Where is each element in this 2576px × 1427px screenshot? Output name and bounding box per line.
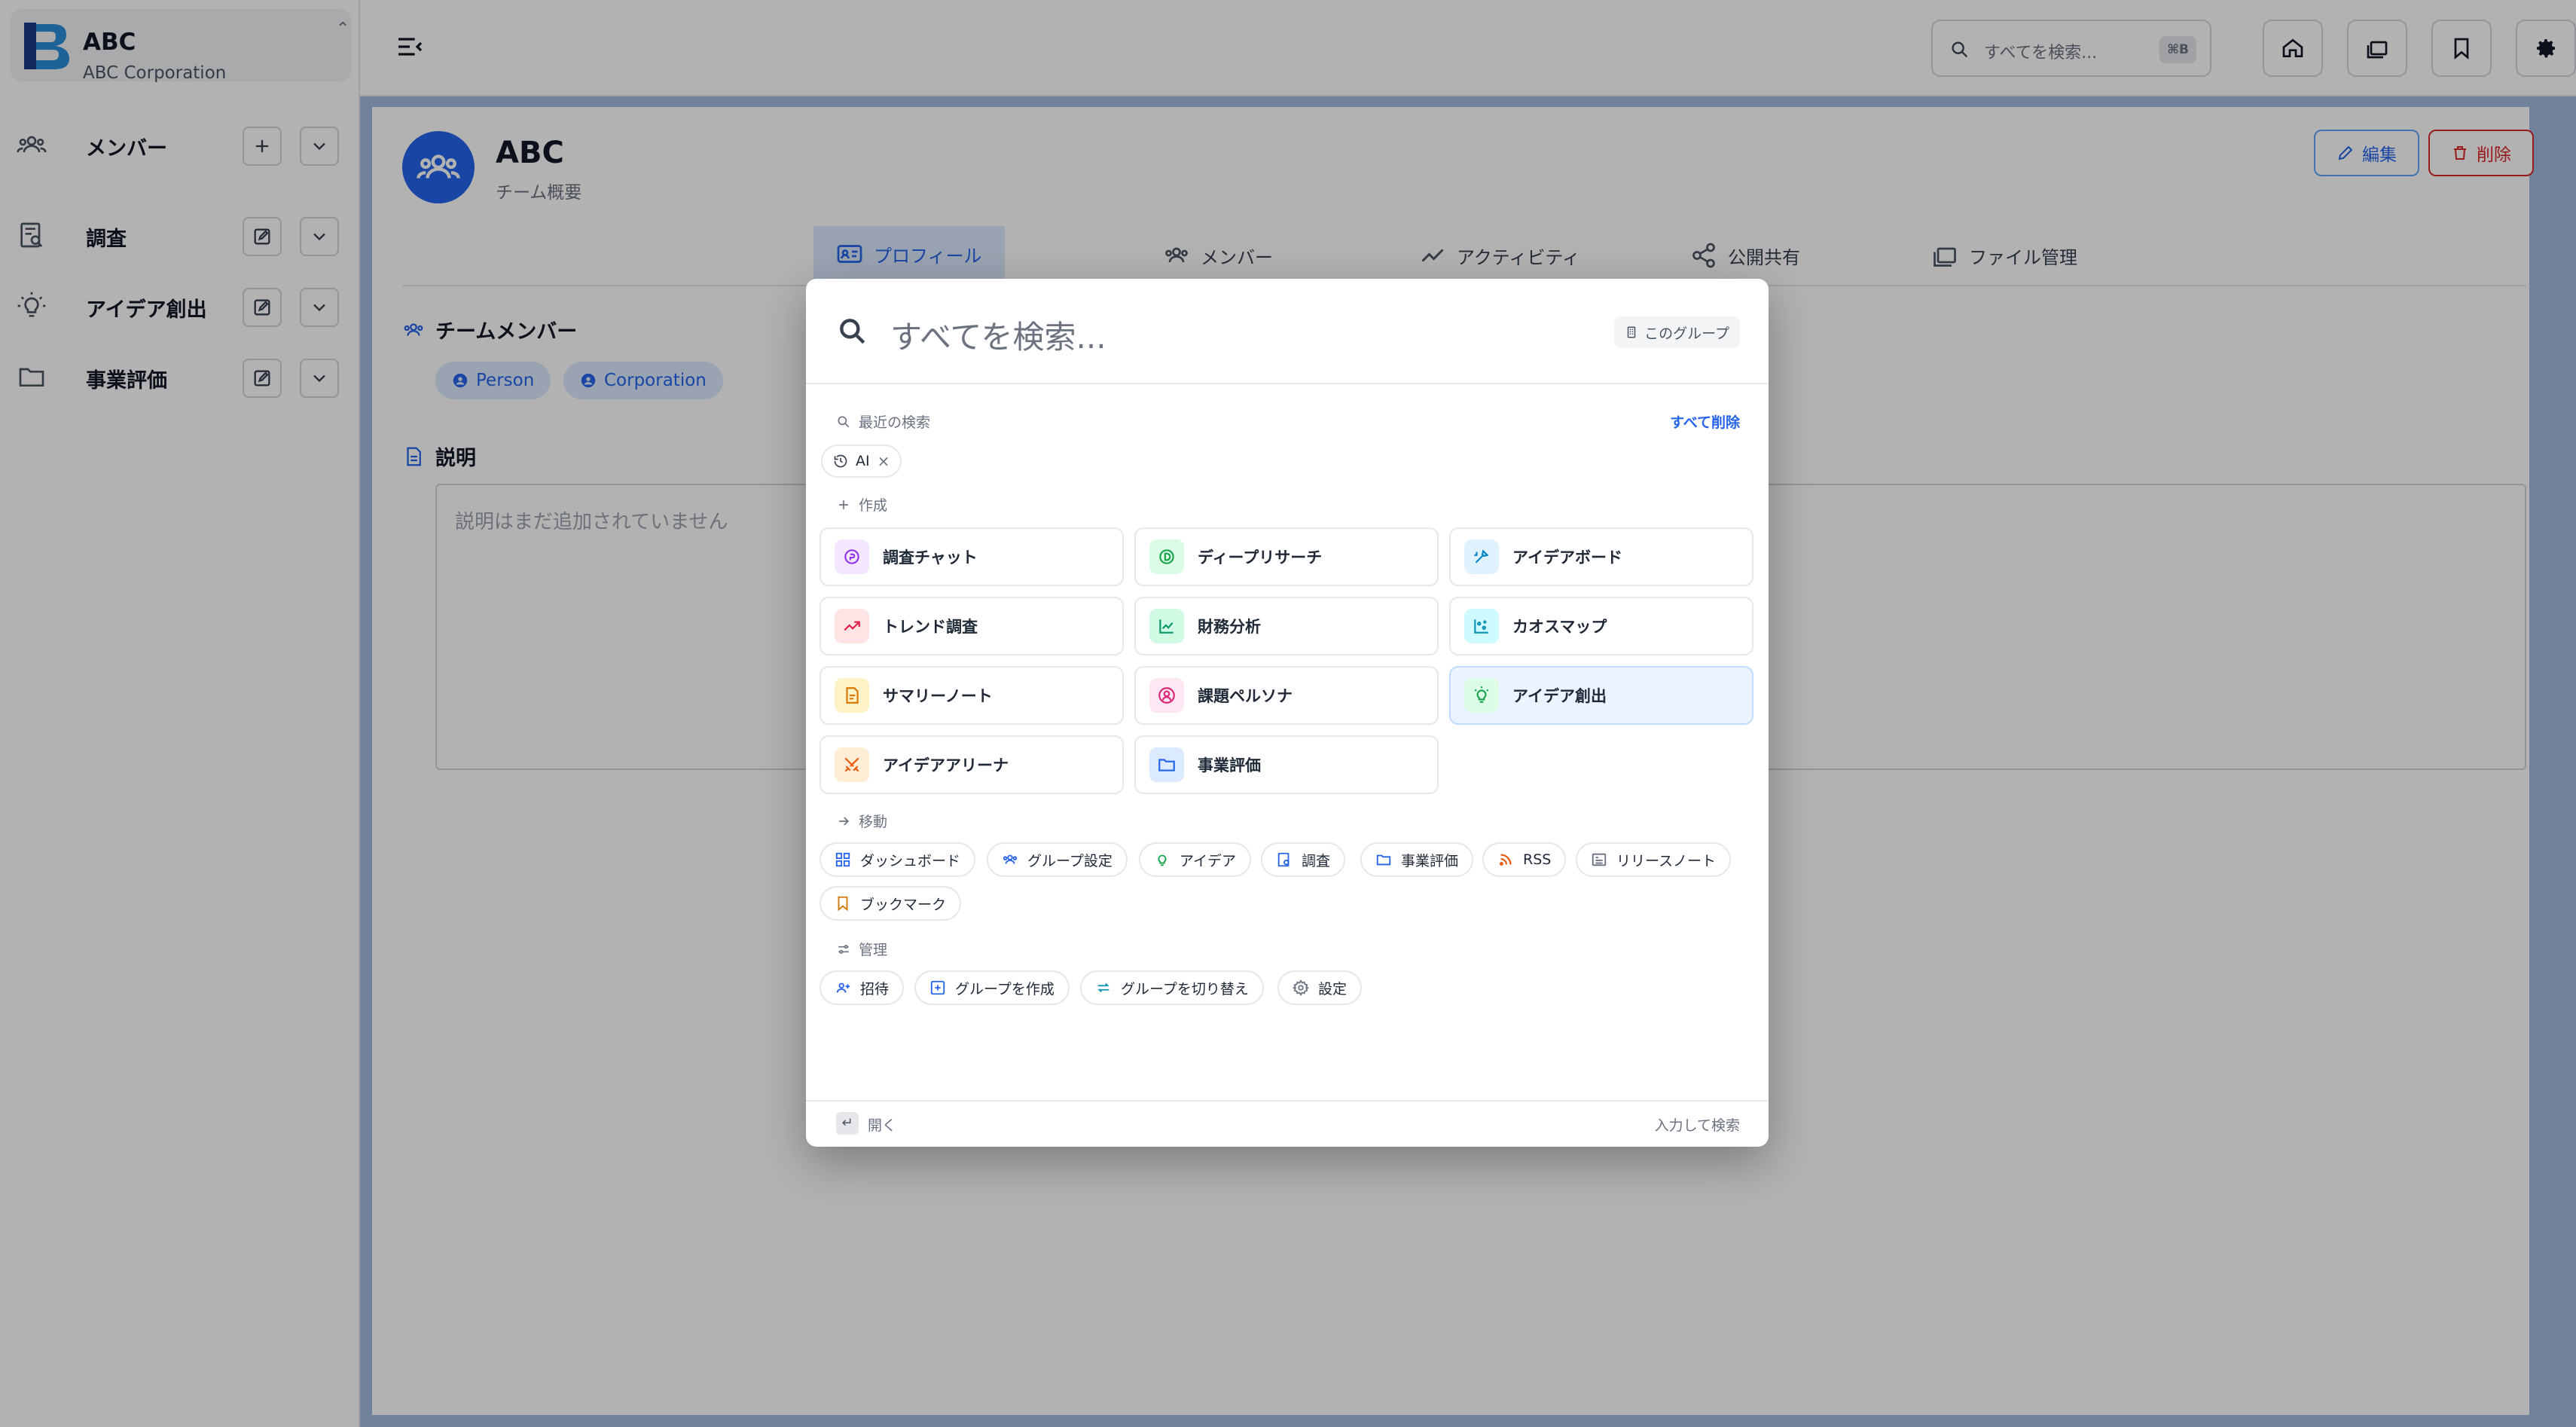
deep-research-icon — [1149, 539, 1184, 574]
pill-label: 設定 — [1318, 980, 1348, 998]
create-idea-arena[interactable]: アイデアアリーナ — [819, 735, 1124, 794]
enter-hint-label: 開く — [868, 1117, 897, 1134]
trend-icon — [835, 609, 869, 643]
nav-business-evaluation[interactable]: 事業評価 — [1360, 842, 1474, 877]
release-notes-icon — [1592, 853, 1607, 866]
recent-search-label: AI — [856, 453, 870, 469]
rss-icon — [1500, 854, 1512, 866]
card-label: サマリーノート — [883, 687, 993, 705]
lightbulb-icon — [1464, 678, 1499, 713]
card-label: 調査チャット — [883, 548, 978, 567]
card-label: ディープリサーチ — [1198, 548, 1323, 567]
lightbulb-icon — [1158, 854, 1167, 866]
nav-research[interactable]: 調査 — [1261, 842, 1346, 877]
manage-switch-group[interactable]: グループを切り替え — [1080, 970, 1264, 1005]
card-label: 財務分析 — [1198, 618, 1261, 636]
research-doc-icon — [1277, 852, 1290, 867]
create-idea-board[interactable]: アイデアボード — [1449, 527, 1753, 586]
pill-label: グループ設定 — [1027, 852, 1113, 869]
type-to-search-hint: 入力して検索 — [1654, 1117, 1740, 1134]
card-label: カオスマップ — [1512, 618, 1607, 636]
history-icon — [834, 454, 847, 468]
create-financial-analysis[interactable]: 財務分析 — [1134, 597, 1439, 655]
manage-settings[interactable]: 設定 — [1277, 970, 1363, 1005]
create-research-chat[interactable]: 調査チャット — [819, 527, 1124, 586]
navigate-section-heading: 移動 — [836, 811, 887, 831]
command-palette: すべてを検索... このグループ 最近の検索 すべて削除 AI × 作成 調査チ… — [806, 279, 1769, 1147]
manage-create-group[interactable]: グループを作成 — [914, 970, 1070, 1005]
pill-label: 招待 — [860, 980, 890, 998]
card-label: アイデアアリーナ — [883, 756, 1009, 775]
pill-label: グループを作成 — [955, 980, 1055, 998]
nav-dashboard[interactable]: ダッシュボード — [819, 842, 976, 877]
create-business-evaluation[interactable]: 事業評価 — [1134, 735, 1439, 794]
pill-label: アイデア — [1180, 852, 1237, 869]
recent-section-heading: 最近の検索 — [836, 411, 930, 432]
group-icon — [1003, 854, 1018, 864]
search-icon — [840, 319, 865, 344]
nav-release-notes[interactable]: リリースノート — [1576, 842, 1732, 877]
manage-invite[interactable]: 招待 — [819, 970, 905, 1005]
palette-footer: ↵ 開く 入力して検索 — [806, 1100, 1769, 1147]
folder-icon — [1149, 747, 1184, 782]
idea-board-icon — [1464, 539, 1499, 574]
nav-bookmarks[interactable]: ブックマーク — [819, 886, 962, 921]
pill-label: リリースノート — [1616, 852, 1717, 869]
scope-toggle-button[interactable]: このグループ — [1614, 316, 1740, 348]
plus-icon — [839, 500, 848, 509]
palette-search-input[interactable]: すべてを検索... — [890, 312, 1106, 358]
add-group-icon — [930, 980, 945, 995]
search-icon — [838, 416, 850, 427]
nav-ideas[interactable]: アイデア — [1139, 842, 1252, 877]
card-label: 事業評価 — [1198, 756, 1261, 775]
pill-label: ダッシュボード — [860, 852, 961, 869]
arena-swords-icon — [835, 747, 869, 782]
create-chaos-map[interactable]: カオスマップ — [1449, 597, 1753, 655]
invite-user-icon — [836, 982, 850, 993]
section-label: 管理 — [859, 942, 888, 958]
nav-rss[interactable]: RSS — [1482, 842, 1567, 877]
create-section-heading: 作成 — [836, 494, 887, 515]
switch-icon — [1097, 982, 1109, 993]
create-deep-research[interactable]: ディープリサーチ — [1134, 527, 1439, 586]
chaos-map-icon — [1464, 609, 1499, 643]
create-summary-note[interactable]: サマリーノート — [819, 666, 1124, 725]
manage-section-heading: 管理 — [836, 939, 887, 959]
scope-label: このグループ — [1644, 325, 1729, 342]
section-label: 移動 — [859, 814, 888, 830]
create-issue-persona[interactable]: 課題ペルソナ — [1134, 666, 1439, 725]
card-label: トレンド調査 — [883, 618, 978, 636]
arrow-right-icon — [839, 816, 850, 826]
enter-key-icon: ↵ — [836, 1112, 859, 1135]
remove-recent-icon[interactable]: × — [877, 452, 890, 470]
pill-label: RSS — [1523, 851, 1552, 868]
section-label: 作成 — [859, 497, 888, 514]
card-label: 課題ペルソナ — [1198, 687, 1293, 705]
building-icon — [1627, 326, 1636, 338]
sliders-icon — [838, 944, 849, 954]
recent-search-chip[interactable]: AI × — [821, 445, 902, 478]
persona-icon — [1149, 678, 1184, 713]
nav-group-settings[interactable]: グループ設定 — [987, 842, 1128, 877]
clear-all-button[interactable]: すべて削除 — [1670, 411, 1740, 432]
card-label: アイデアボード — [1512, 548, 1622, 567]
folder-icon — [1376, 854, 1391, 866]
card-label: アイデア創出 — [1512, 687, 1607, 705]
summary-note-icon — [835, 678, 869, 713]
create-trend-research[interactable]: トレンド調査 — [819, 597, 1124, 655]
pill-label: 事業評価 — [1401, 852, 1459, 869]
bookmark-icon — [838, 896, 848, 912]
gear-icon — [1293, 979, 1309, 996]
create-idea-creation[interactable]: アイデア創出 — [1449, 666, 1753, 725]
finance-chart-icon — [1149, 609, 1184, 643]
section-label: 最近の検索 — [859, 414, 931, 431]
research-chat-icon — [835, 539, 869, 574]
pill-label: 調査 — [1302, 852, 1331, 869]
pill-label: ブックマーク — [860, 896, 947, 913]
dashboard-icon — [835, 852, 850, 867]
palette-search-bar: すべてを検索... このグループ — [806, 279, 1769, 384]
pill-label: グループを切り替え — [1121, 980, 1249, 998]
